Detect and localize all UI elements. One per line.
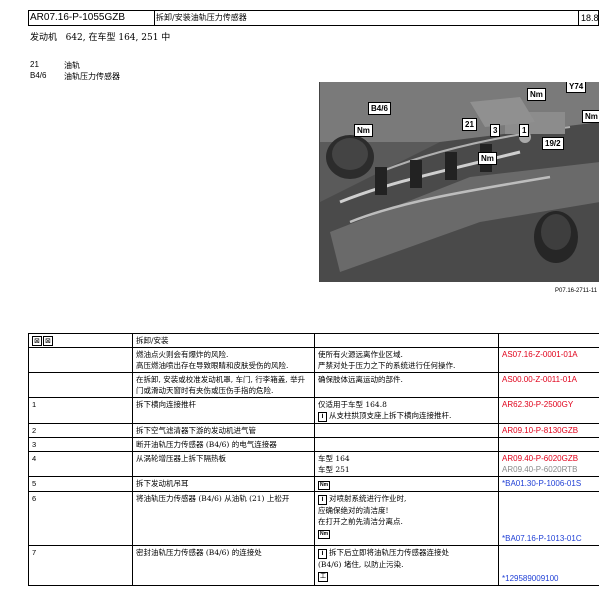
- table-row: 2 拆下空气滤清器下游的发动机进气管 AR09.10-P-8130GZB: [28, 423, 599, 438]
- step-number: 1: [28, 397, 133, 424]
- header-empty: [314, 333, 499, 348]
- callout-21: 21: [462, 118, 477, 131]
- step-note: 应确保绝对的清洁度!: [318, 506, 389, 515]
- warning-text: 在拆卸, 安装或校准发动机罩, 车门, 行李箱盖, 举升门或滑动天窗时有夹伤或压…: [132, 372, 315, 398]
- info-icon: i: [318, 549, 327, 559]
- remove-install-icon: ⊠: [43, 336, 53, 346]
- step-note: 对喷射系统进行作业时,: [329, 494, 407, 503]
- table-row: 7 密封油轨压力传感器 (B4/6) 的连接处 i 拆下后立即将油轨压力传感器连接…: [28, 545, 599, 586]
- doc-id: AR07.16-P-1055GZB: [29, 11, 155, 25]
- table-row: 4 从涡轮增压器上拆下隔热板 车型 164 车型 251 AR09.40-P-60…: [28, 451, 599, 477]
- doc-title: 拆卸/安装油轨压力传感器: [153, 11, 579, 25]
- warning-note: 使所有火源远离作业区域.: [318, 350, 403, 359]
- step-note: 车型 251: [318, 465, 350, 474]
- step-action: 拆下空气滤清器下游的发动机进气管: [132, 423, 315, 438]
- step-note: 车型 164: [318, 454, 350, 463]
- step-number: 2: [28, 423, 133, 438]
- table-row: 1 拆下横向连接推杆 仅适用于车型 164.8 i 从支柱拱顶支座上拆下横向连接推杆…: [28, 397, 599, 424]
- callout-nm-top: Nm: [527, 88, 546, 101]
- legend-label: 油轨: [64, 61, 80, 70]
- callout-y74: Y74: [566, 82, 587, 93]
- callout-nm-left: Nm: [354, 124, 373, 137]
- doc-date: 18.8.10: [581, 13, 599, 23]
- reference-link[interactable]: AR62.30-P-2500GY: [502, 400, 573, 409]
- legend-code: 21: [30, 60, 39, 69]
- table-row: 3 断开油轨压力传感器 (B4/6) 的电气连接器: [28, 437, 599, 452]
- photo-reference: P07.16-2711-11: [555, 288, 598, 294]
- step-note: 在打开之前先清洁分离点.: [318, 517, 403, 526]
- torque-nm-icon[interactable]: Nm: [318, 530, 331, 539]
- step-number: 7: [28, 545, 133, 586]
- step-action: 从涡轮增压器上拆下隔热板: [132, 451, 315, 477]
- table-row: 燃油点火则会有爆炸的风险. 高压燃油喷出存在导致眼睛和皮肤受伤的风险. 使所有火源…: [28, 347, 599, 373]
- step-note: 从支柱拱顶支座上拆下横向连接推杆.: [329, 411, 452, 420]
- engine-applicability: 发动机 642, 在车型 164, 251 中: [30, 33, 171, 43]
- callout-b46: B4/6: [368, 102, 391, 115]
- table-header-row: ⊠ ⊠ 拆卸/安装: [28, 333, 599, 348]
- callout-1: 1: [519, 124, 530, 137]
- warning-note: 确保肢体远离运动的部件.: [314, 372, 499, 398]
- reference-link[interactable]: AS07.16-Z-0001-01A: [502, 350, 578, 359]
- reference-link[interactable]: *BA07.16-P-1013-01C: [502, 534, 582, 543]
- legend-label: 油轨压力传感器: [64, 72, 120, 81]
- document-header: AR07.16-P-1055GZB 拆卸/安装油轨压力传感器 18.8.10: [28, 10, 599, 26]
- step-action: 断开油轨压力传感器 (B4/6) 的电气连接器: [132, 437, 315, 452]
- step-note: 拆下后立即将油轨压力传感器连接处: [329, 548, 449, 557]
- engine-photo-graphic: [320, 82, 599, 282]
- legend-code: B4/6: [30, 71, 47, 80]
- warning-text: 燃油点火则会有爆炸的风险.: [136, 350, 229, 359]
- reference-link[interactable]: AR09.40-P-6020RTB: [502, 464, 599, 475]
- step-number: 3: [28, 437, 133, 452]
- reference-link[interactable]: *BA01.30-P-1006-01S: [502, 479, 581, 488]
- step-action: 拆下横向连接推杆: [132, 397, 315, 424]
- header-label: 拆卸/安装: [132, 333, 315, 348]
- engine-photo: B4/6 Nm 21 Nm 3 1 Y74 Nm 19/2 Nm: [319, 82, 599, 282]
- reference-link[interactable]: AS00.00-Z-0011-01A: [502, 375, 577, 384]
- step-number: 6: [28, 491, 133, 546]
- info-icon: i: [318, 412, 327, 422]
- callout-3: 3: [490, 124, 501, 137]
- info-icon: i: [318, 495, 327, 505]
- callout-nm-mid: Nm: [478, 152, 497, 165]
- remove-install-icon: ⊠: [32, 336, 42, 346]
- special-tool-icon[interactable]: 工: [318, 572, 328, 582]
- procedure-table: ⊠ ⊠ 拆卸/安装 燃油点火则会有爆炸的风险. 高压燃油喷出存在导致眼睛和皮肤受伤的…: [28, 333, 599, 586]
- callout-19-2: 19/2: [542, 137, 564, 150]
- header-empty: [498, 333, 599, 348]
- table-row: 在拆卸, 安装或校准发动机罩, 车门, 行李箱盖, 举升门或滑动天窗时有夹伤或压…: [28, 372, 599, 398]
- step-note: 仅适用于车型 164.8: [318, 400, 387, 409]
- warning-text: 高压燃油喷出存在导致眼睛和皮肤受伤的风险.: [136, 361, 289, 370]
- step-note: (B4/6) 堵住, 以防止污染.: [318, 560, 404, 569]
- step-number: 5: [28, 476, 133, 492]
- table-row: 6 将油轨压力传感器 (B4/6) 从油轨 (21) 上松开 i 对喷射系统进行作…: [28, 491, 599, 546]
- warning-note: 严禁对处于压力之下的系统进行任何操作.: [318, 361, 456, 370]
- step-action: 密封油轨压力传感器 (B4/6) 的连接处: [132, 545, 315, 586]
- header-icons-cell: ⊠ ⊠: [28, 333, 133, 348]
- reference-link[interactable]: AR09.40-P-6020GZB: [502, 453, 599, 464]
- step-number: 4: [28, 451, 133, 477]
- torque-nm-icon[interactable]: Nm: [318, 481, 331, 490]
- step-action: 将油轨压力传感器 (B4/6) 从油轨 (21) 上松开: [132, 491, 315, 546]
- reference-link[interactable]: AR09.10-P-8130GZB: [502, 426, 578, 435]
- callout-nm-right: Nm: [582, 110, 599, 123]
- reference-link[interactable]: *129589009100: [502, 574, 559, 583]
- table-row: 5 拆下发动机吊耳 Nm *BA01.30-P-1006-01S: [28, 476, 599, 492]
- step-action: 拆下发动机吊耳: [132, 476, 315, 492]
